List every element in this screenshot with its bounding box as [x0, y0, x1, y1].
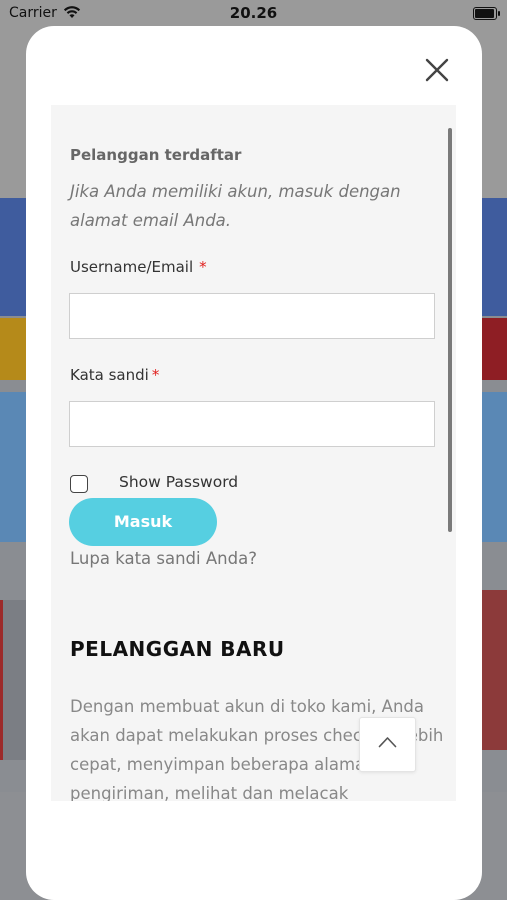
password-label-text: Kata sandi [70, 366, 149, 384]
status-bar: Carrier 20.26 [0, 0, 507, 26]
scrollbar[interactable] [448, 128, 452, 532]
battery-icon [473, 7, 500, 20]
password-label: Kata sandi * [70, 366, 159, 384]
forgot-password-link[interactable]: Lupa kata sandi Anda? [70, 549, 257, 568]
scroll-to-top-button[interactable] [359, 717, 416, 772]
login-intro-text: Jika Anda memiliki akun, masuk dengan al… [70, 182, 401, 230]
clock: 20.26 [229, 4, 278, 22]
login-panel: Pelanggan terdaftar Jika Anda memiliki a… [51, 105, 456, 801]
required-mark: * [199, 258, 207, 276]
new-customer-heading: PELANGGAN BARU [70, 637, 285, 661]
login-modal: Pelanggan terdaftar Jika Anda memiliki a… [26, 26, 482, 900]
chevron-up-icon [378, 737, 397, 748]
required-mark: * [151, 366, 160, 384]
username-label: Username/Email * [70, 258, 207, 276]
close-icon[interactable] [422, 55, 452, 85]
password-field[interactable] [69, 401, 435, 447]
show-password-checkbox[interactable] [70, 475, 88, 493]
username-field[interactable] [69, 293, 435, 339]
show-password-label[interactable]: Show Password [119, 473, 238, 491]
registered-customer-heading: Pelanggan terdaftar [70, 146, 242, 164]
username-label-text: Username/Email [70, 258, 194, 276]
login-button[interactable]: Masuk [69, 498, 217, 546]
